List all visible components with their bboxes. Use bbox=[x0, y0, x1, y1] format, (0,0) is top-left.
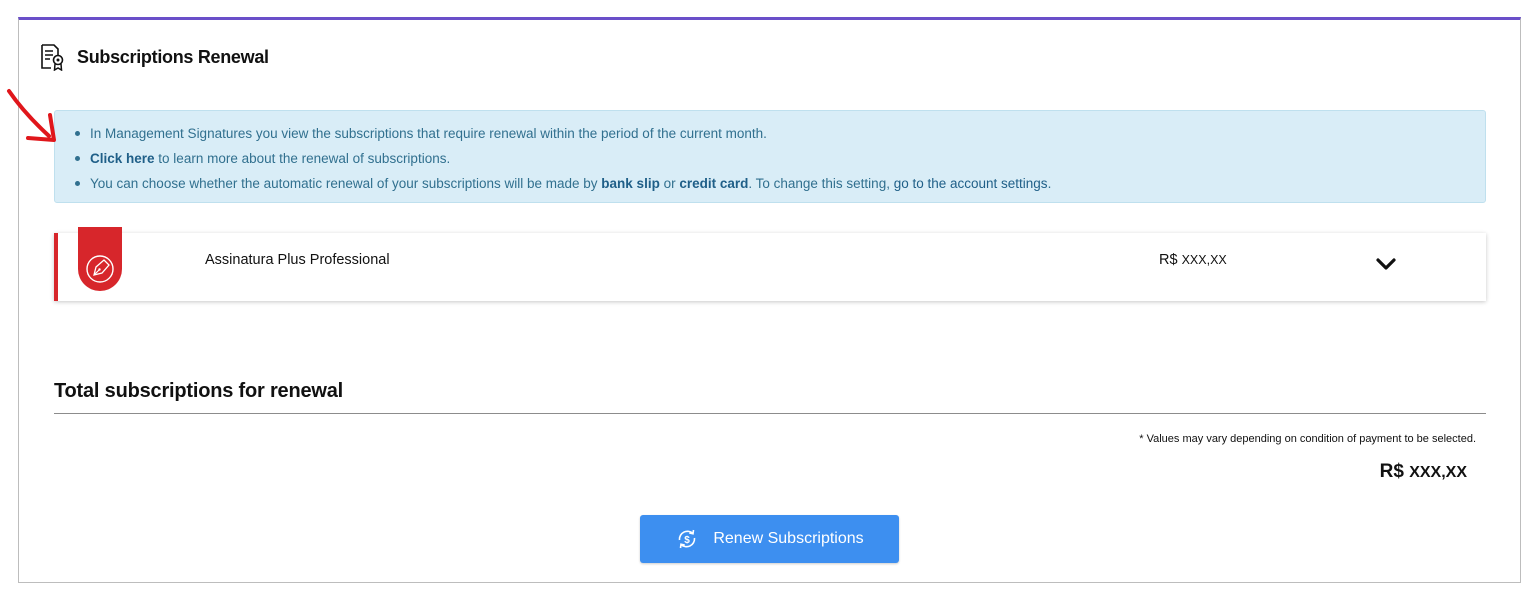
renew-subscriptions-button[interactable]: $ Renew Subscriptions bbox=[640, 515, 899, 563]
pen-nib-icon bbox=[78, 227, 122, 291]
bank-slip-text: bank slip bbox=[601, 176, 660, 191]
dollar-refresh-icon: $ bbox=[679, 529, 696, 549]
info-item-payment-method: You can choose whether the automatic ren… bbox=[75, 171, 1485, 196]
subscription-row[interactable]: Assinatura Plus Professional R$ XXX,XX bbox=[54, 227, 1486, 301]
subscriptions-renewal-panel: Subscriptions Renewal In Management Sign… bbox=[18, 17, 1521, 583]
info-item-management: In Management Signatures you view the su… bbox=[75, 121, 1485, 146]
certificate-document-icon bbox=[41, 44, 64, 71]
credit-card-text: credit card bbox=[679, 176, 749, 191]
total-value: R$ XXX,XX bbox=[1379, 461, 1467, 482]
page-title: Subscriptions Renewal bbox=[77, 46, 269, 67]
total-section-title: Total subscriptions for renewal bbox=[54, 380, 344, 402]
panel-header: Subscriptions Renewal bbox=[39, 42, 269, 72]
info-alert: In Management Signatures you view the su… bbox=[54, 110, 1486, 203]
subscription-price: R$ XXX,XX bbox=[1159, 252, 1227, 268]
chevron-down-icon[interactable] bbox=[1374, 255, 1398, 273]
info-item-learn-more: Click here to learn more about the renew… bbox=[75, 146, 1485, 171]
click-here-link[interactable]: Click here bbox=[90, 151, 155, 166]
account-settings-link[interactable]: go to the account settings bbox=[894, 176, 1048, 191]
annotation-arrow-icon bbox=[7, 89, 56, 142]
renew-button-label: Renew Subscriptions bbox=[713, 530, 864, 547]
values-disclaimer: * Values may vary depending on condition… bbox=[1139, 433, 1476, 445]
subscription-name: Assinatura Plus Professional bbox=[205, 252, 390, 268]
section-divider bbox=[54, 413, 1486, 414]
svg-text:$: $ bbox=[685, 535, 691, 546]
